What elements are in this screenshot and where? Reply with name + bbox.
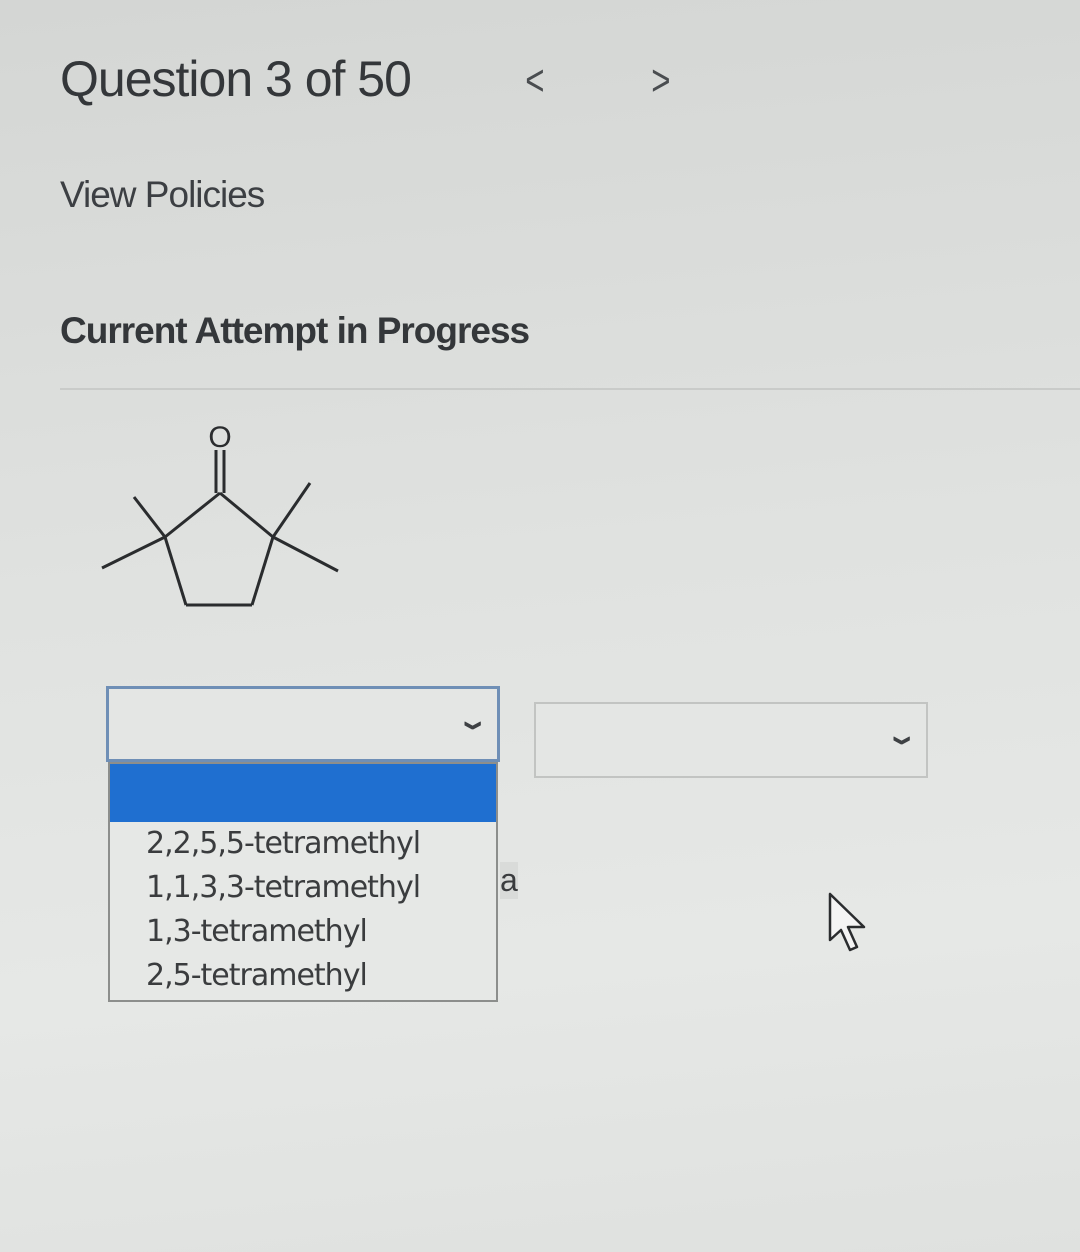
- prefix-select[interactable]: ›: [106, 686, 500, 762]
- section-divider: [60, 388, 1080, 390]
- attempt-status-heading: Current Attempt in Progress: [60, 310, 530, 351]
- dropdown-option[interactable]: 1,1,3,3-tetramethyl: [110, 866, 496, 910]
- mouse-pointer-icon: [828, 892, 866, 952]
- molecule-structure: O: [101, 421, 339, 607]
- dropdown-option-blank-highlighted[interactable]: [110, 764, 496, 822]
- molecule-bonds: [101, 450, 339, 607]
- question-counter: Question 3 of 50: [60, 51, 412, 107]
- next-question-button[interactable]: >: [651, 56, 670, 106]
- prefix-dropdown-list: 2,2,5,5-tetramethyl 1,1,3,3-tetramethyl …: [108, 762, 498, 1002]
- parent-name-select[interactable]: ›: [534, 702, 929, 778]
- dropdown-option[interactable]: 2,5-tetramethyl: [110, 954, 496, 998]
- chevron-down-icon: ›: [452, 720, 500, 731]
- oxygen-atom-label: O: [208, 421, 231, 454]
- partial-hidden-text: a: [500, 862, 518, 899]
- chevron-down-icon: ›: [881, 735, 929, 746]
- view-policies-link[interactable]: View Policies: [60, 174, 265, 216]
- dropdown-option[interactable]: 1,3-tetramethyl: [110, 910, 496, 954]
- previous-question-button[interactable]: <: [525, 56, 544, 106]
- dropdown-option[interactable]: 2,2,5,5-tetramethyl: [110, 822, 496, 866]
